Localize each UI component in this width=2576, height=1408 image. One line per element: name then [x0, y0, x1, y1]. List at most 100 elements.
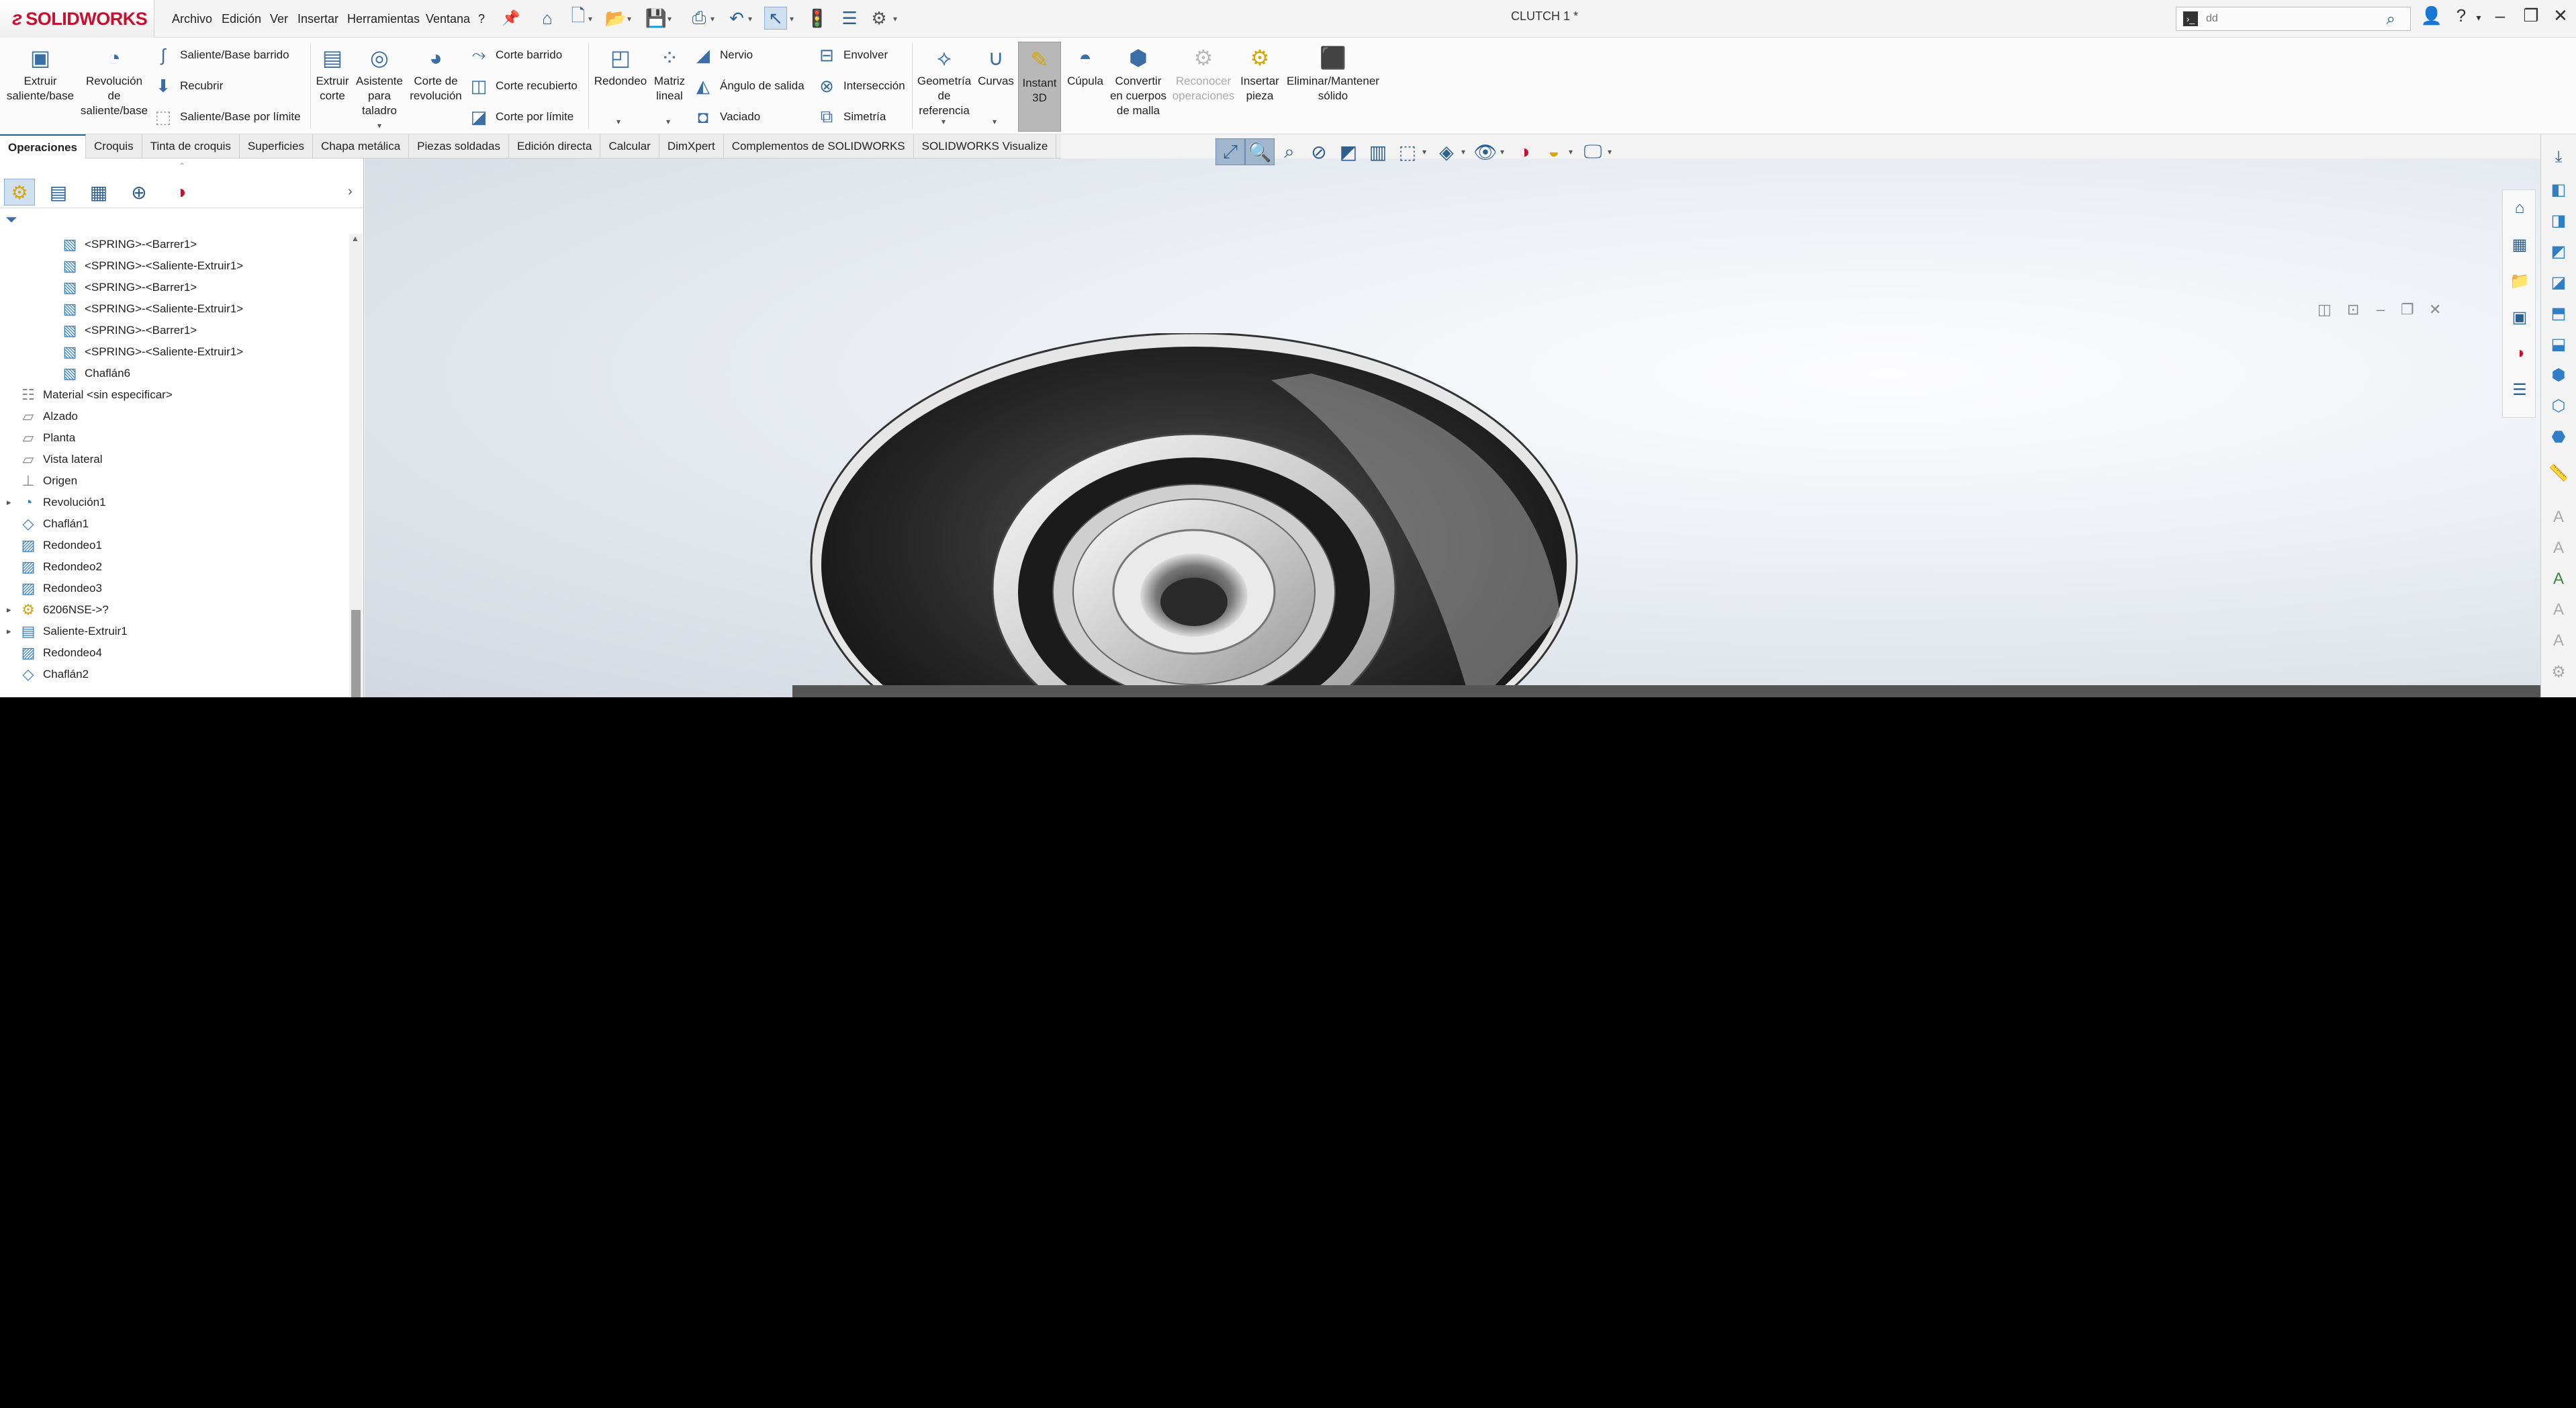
open-icon[interactable]: 📂: [604, 7, 627, 30]
viewport-tile2-icon[interactable]: ⊡: [2347, 301, 2359, 318]
viewport-close-icon[interactable]: ✕: [2429, 301, 2441, 318]
bottom-view-icon[interactable]: ⬓: [2546, 332, 2571, 356]
print-dropdown-icon[interactable]: ▾: [710, 12, 719, 26]
scroll-up-icon[interactable]: ▲: [351, 234, 359, 243]
tree-item[interactable]: ▧ <SPRING>-<Barrer1>: [48, 320, 197, 341]
display-manager-icon[interactable]: ◑: [165, 179, 196, 206]
tab-superficies[interactable]: Superficies: [240, 134, 314, 159]
curves-button[interactable]: ∪ Curvas: [974, 44, 1018, 89]
trimetric-view-icon[interactable]: ⬡: [2546, 394, 2571, 418]
display-style-icon[interactable]: ⬚: [1393, 138, 1422, 165]
custom-properties-icon[interactable]: ☰: [2507, 377, 2532, 402]
back-view-icon[interactable]: ◨: [2546, 208, 2571, 232]
dome-button[interactable]: ◓ Cúpula: [1062, 44, 1108, 89]
previous-view-icon[interactable]: ⌕: [1275, 138, 1304, 165]
reference-geometry-dropdown-icon[interactable]: ▾: [941, 117, 946, 126]
featuremanager-tree-icon[interactable]: ⚙: [4, 179, 35, 206]
annotation-a-icon[interactable]: A: [2546, 505, 2571, 529]
pattern-dropdown-icon[interactable]: ▾: [666, 117, 670, 126]
tree-item[interactable]: ◇ Chaflán1: [7, 513, 89, 535]
menu-herramientas[interactable]: Herramientas: [347, 8, 420, 30]
tree-item[interactable]: ▱ Vista lateral: [7, 449, 103, 470]
boundary-cut-button[interactable]: ◪ Corte por límite: [467, 105, 574, 129]
tab-complementos[interactable]: Complementos de SOLIDWORKS: [724, 134, 914, 159]
fillet-button[interactable]: ◰ Redondeo: [591, 44, 650, 89]
lofted-cut-button[interactable]: ◫ Corte recubierto: [467, 74, 578, 98]
tab-croquis[interactable]: Croquis: [86, 134, 142, 159]
view-cube-icon[interactable]: ◈: [1432, 138, 1461, 165]
select-dropdown-icon[interactable]: ▾: [790, 12, 798, 26]
front-view-icon[interactable]: ◧: [2546, 177, 2571, 202]
scene-dropdown-icon[interactable]: ▾: [1569, 147, 1578, 157]
graphics-viewport[interactable]: ◫ ⊡ – ❐ ✕: [365, 159, 2540, 697]
tree-item[interactable]: ▸ ▤ Saliente-Extruir1: [7, 621, 128, 642]
viewport-restore-icon[interactable]: ❐: [2401, 301, 2414, 318]
expand-icon[interactable]: ▸: [7, 605, 19, 615]
tab-dimxpert[interactable]: DimXpert: [659, 134, 724, 159]
insert-part-button[interactable]: ⚙ Insertar pieza: [1237, 44, 1283, 103]
restore-icon[interactable]: ❐: [2520, 5, 2542, 26]
tree-item[interactable]: ▱ Alzado: [7, 406, 78, 427]
home-icon[interactable]: ⌂: [536, 7, 559, 30]
annotation-b-icon[interactable]: A: [2546, 536, 2571, 560]
user-icon[interactable]: 👤: [2420, 5, 2443, 26]
new-document-icon[interactable]: 🗋: [567, 5, 590, 30]
view-settings-icon[interactable]: 🖵: [1578, 138, 1608, 165]
appearances-icon[interactable]: ◑: [2507, 341, 2532, 366]
zoom-area-icon[interactable]: 🔍: [1245, 138, 1275, 165]
view-orientation-icon[interactable]: ▥: [1363, 138, 1393, 165]
top-view-icon[interactable]: ⬒: [2546, 301, 2571, 325]
annotation-c-icon[interactable]: A: [2546, 567, 2571, 591]
options-gear-icon[interactable]: ⚙: [868, 7, 890, 30]
menu-ventana[interactable]: Ventana: [426, 8, 470, 30]
annotation-f-icon[interactable]: ⚙: [2546, 660, 2571, 684]
open-dropdown-icon[interactable]: ▾: [627, 12, 635, 26]
section-view-icon[interactable]: ⊘: [1304, 138, 1334, 165]
shell-button[interactable]: ◘ Vaciado: [692, 105, 760, 129]
tree-item[interactable]: ▨ Redondeo2: [7, 556, 102, 578]
intersect-button[interactable]: ⊗ Intersección: [815, 74, 905, 98]
menu-insertar[interactable]: Insertar: [297, 8, 338, 30]
save-dropdown-icon[interactable]: ▾: [668, 12, 676, 26]
extrude-cut-button[interactable]: ▤ Extruir corte: [313, 44, 352, 103]
annotation-d-icon[interactable]: A: [2546, 598, 2571, 622]
convert-to-mesh-button[interactable]: ⬢ Convertir en cuerpos de malla: [1108, 44, 1168, 118]
solidworks-resources-icon[interactable]: ⌂: [2507, 195, 2532, 221]
tree-item[interactable]: ◇ Chaflán2: [7, 664, 89, 685]
reference-geometry-button[interactable]: ⟡ Geometría de referencia: [915, 44, 974, 118]
tab-chapa-metalica[interactable]: Chapa metálica: [313, 134, 410, 159]
menu-edicion[interactable]: Edición: [222, 8, 261, 30]
tree-item[interactable]: ⊥ Origen: [7, 470, 77, 492]
edit-appearance-icon[interactable]: ◑: [1510, 138, 1539, 165]
menu-archivo[interactable]: Archivo: [172, 8, 212, 30]
file-properties-icon[interactable]: ☰: [838, 7, 861, 30]
property-manager-icon[interactable]: ▤: [43, 179, 74, 206]
tree-item[interactable]: ☷ Material <sin especificar>: [7, 384, 173, 406]
tree-item[interactable]: ▨ Redondeo4: [7, 642, 102, 664]
left-view-icon[interactable]: ◩: [2546, 239, 2571, 263]
search-commands-input[interactable]: ›_ dd ⌕: [2176, 7, 2411, 31]
menu-help[interactable]: ?: [478, 8, 485, 30]
expand-icon[interactable]: ▸: [7, 497, 19, 508]
select-icon[interactable]: ↖: [764, 7, 787, 30]
search-icon[interactable]: ⌕: [2387, 10, 2395, 29]
panel-expand-icon[interactable]: ›: [348, 184, 353, 200]
dynamic-annotation-icon[interactable]: ◩: [1334, 138, 1363, 165]
view-settings-dropdown-icon[interactable]: ▾: [1608, 147, 1617, 157]
curves-dropdown-icon[interactable]: ▾: [993, 117, 997, 126]
hole-wizard-button[interactable]: ◎ Asistente para taladro ▾: [352, 44, 407, 133]
dimxpert-manager-icon[interactable]: ⊕: [124, 179, 154, 206]
design-library-icon[interactable]: ▦: [2507, 232, 2532, 257]
loft-button[interactable]: ⬇ Recubrir: [152, 74, 223, 98]
tab-operaciones[interactable]: Operaciones: [0, 134, 86, 159]
tab-calcular[interactable]: Calcular: [600, 134, 659, 159]
file-explorer-icon[interactable]: 📁: [2507, 268, 2532, 294]
mirror-button[interactable]: ⧉ Simetría: [815, 105, 886, 129]
boundary-boss-button[interactable]: ⬚ Saliente/Base por límite: [152, 105, 301, 129]
close-icon[interactable]: ✕: [2549, 5, 2572, 26]
tree-scrollbar[interactable]: ▲: [349, 234, 363, 697]
fillet-dropdown-icon[interactable]: ▾: [616, 117, 620, 126]
linear-pattern-button[interactable]: ⁘ Matriz lineal: [649, 44, 690, 103]
extrude-boss-button[interactable]: ▣ Extruir saliente/base: [5, 44, 75, 103]
revolve-boss-button[interactable]: ◔ Revolución de saliente/base: [79, 44, 149, 118]
